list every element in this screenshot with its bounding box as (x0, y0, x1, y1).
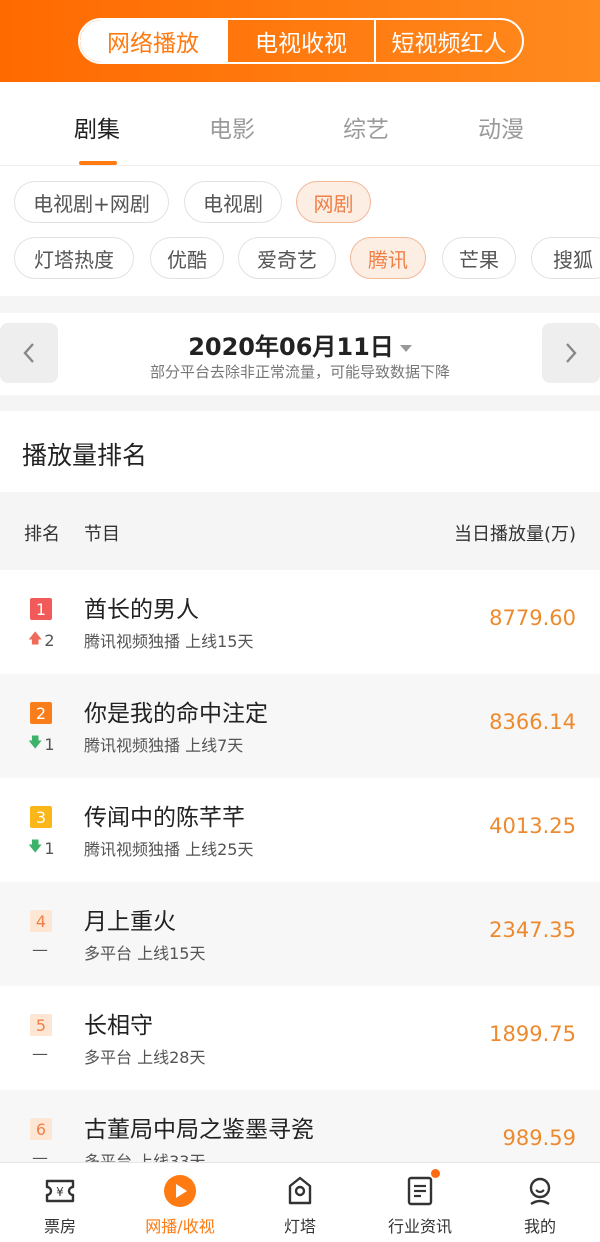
nav-online-play-ratings[interactable]: 网播/收视 (120, 1163, 240, 1242)
next-date-button[interactable] (542, 323, 600, 383)
rank-change: 🡅 2 (28, 628, 55, 652)
program-name: 古董局中局之鉴墨寻瓷 (84, 1117, 314, 1143)
chip-sohu[interactable]: 搜狐 (531, 237, 600, 279)
ranking-title: 播放量排名 (22, 441, 148, 470)
current-date[interactable]: 2020年06月11日 (0, 327, 600, 362)
program-meta: 多平台 上线33天 (84, 1152, 206, 1162)
chip-web-drama[interactable]: 网剧 (296, 181, 371, 223)
category-tabs: 剧集 电影 综艺 动漫 (0, 82, 600, 166)
tab-series[interactable]: 剧集 (74, 110, 120, 144)
nav-lighthouse[interactable]: 灯塔 (240, 1163, 360, 1242)
rank-change: 🡇 1 (28, 732, 55, 756)
nav-me[interactable]: 我的 (480, 1163, 600, 1242)
nav-label: 灯塔 (283, 1217, 316, 1236)
chip-lighthouse-heat[interactable]: 灯塔热度 (14, 237, 134, 279)
ticket-icon: ¥ (45, 1179, 75, 1203)
program-meta: 腾讯视频独播 上线7天 (84, 736, 244, 755)
header-daily-plays: 当日播放量(万) (453, 524, 576, 545)
rank-badge: 4 (30, 910, 52, 932)
program-name: 长相守 (84, 1013, 153, 1039)
segment-tv-ratings[interactable]: 电视收视 (226, 20, 374, 62)
rank-badge: 2 (30, 702, 52, 724)
program-meta: 腾讯视频独播 上线25天 (84, 840, 254, 859)
chip-youku[interactable]: 优酷 (150, 237, 224, 279)
rank-badge: 5 (30, 1014, 52, 1036)
nav-industry-news[interactable]: 行业资讯 (360, 1163, 480, 1242)
arrow-up-icon: 🡅 (28, 631, 43, 647)
segment-online-play[interactable]: 网络播放 (80, 20, 226, 62)
nav-label: 票房 (43, 1217, 76, 1236)
header-rank: 排名 (24, 524, 60, 545)
svg-text:¥: ¥ (56, 1185, 64, 1199)
daily-plays: 8366.14 (489, 710, 576, 734)
top-header: 网络播放 电视收视 短视频红人 (0, 0, 600, 82)
program-meta: 多平台 上线15天 (84, 944, 206, 963)
news-icon (407, 1176, 433, 1206)
program-name: 酋长的男人 (84, 597, 199, 623)
tab-variety[interactable]: 综艺 (343, 110, 389, 144)
arrow-down-icon: 🡇 (28, 735, 43, 751)
tab-anime[interactable]: 动漫 (478, 110, 524, 144)
nav-label: 我的 (523, 1217, 556, 1236)
chevron-right-icon (566, 343, 577, 363)
nav-label: 网播/收视 (145, 1217, 215, 1236)
section-divider (0, 395, 600, 411)
nav-box-office[interactable]: ¥ 票房 (0, 1163, 120, 1242)
notification-dot (431, 1169, 440, 1178)
bottom-navigation: ¥ 票房 网播/收视 灯塔 行业资讯 我的 (0, 1162, 600, 1242)
program-name: 你是我的命中注定 (84, 701, 268, 727)
chip-tv-drama[interactable]: 电视剧 (184, 181, 282, 223)
data-notice: 部分平台去除非正常流量，可能导致数据下降 (149, 363, 450, 381)
chip-tencent[interactable]: 腾讯 (350, 237, 426, 279)
program-meta: 多平台 上线28天 (84, 1048, 206, 1067)
daily-plays: 4013.25 (489, 814, 576, 838)
program-name: 月上重火 (84, 909, 176, 935)
rank-change: 🡇 1 (28, 836, 55, 860)
program-name: 传闻中的陈芊芊 (84, 805, 245, 831)
user-icon (529, 1177, 551, 1206)
table-row[interactable]: 2 🡇 1 你是我的命中注定 腾讯视频独播 上线7天 8366.14 (0, 674, 600, 778)
table-row[interactable]: 1 🡅 2 酋长的男人 腾讯视频独播 上线15天 8779.60 (0, 570, 600, 674)
table-row[interactable]: 6 — 古董局中局之鉴墨寻瓷 多平台 上线33天 989.59 (0, 1090, 600, 1162)
rank-change-value: 1 (44, 734, 55, 754)
play-circle-icon (164, 1175, 196, 1207)
rank-change-value: 1 (44, 838, 55, 858)
rank-change-value: 2 (44, 630, 55, 650)
program-meta: 腾讯视频独播 上线15天 (84, 632, 254, 651)
chip-mango[interactable]: 芒果 (442, 237, 516, 279)
rank-change: — (32, 1044, 48, 1063)
caret-down-icon (399, 344, 412, 352)
nav-label: 行业资讯 (387, 1217, 452, 1236)
date-label: 2020年06月11日 (188, 333, 394, 361)
rank-change: — (32, 940, 48, 959)
daily-plays: 1899.75 (489, 1022, 576, 1046)
rank-badge: 1 (30, 598, 52, 620)
active-tab-indicator (79, 161, 117, 165)
table-row[interactable]: 3 🡇 1 传闻中的陈芊芊 腾讯视频独播 上线25天 4013.25 (0, 778, 600, 882)
source-segmented-control: 网络播放 电视收视 短视频红人 (78, 18, 524, 64)
daily-plays: 989.59 (502, 1126, 576, 1150)
table-row[interactable]: 5 — 长相守 多平台 上线28天 1899.75 (0, 986, 600, 1090)
date-selector: 2020年06月11日 部分平台去除非正常流量，可能导致数据下降 (0, 313, 600, 395)
rank-change: — (32, 1148, 48, 1162)
chip-tv-plus-web[interactable]: 电视剧+网剧 (14, 181, 169, 223)
daily-plays: 8779.60 (489, 606, 576, 630)
table-row[interactable]: 4 — 月上重火 多平台 上线15天 2347.35 (0, 882, 600, 986)
header-program: 节目 (84, 524, 120, 545)
chip-iqiyi[interactable]: 爱奇艺 (238, 237, 336, 279)
daily-plays: 2347.35 (489, 918, 576, 942)
tab-movies[interactable]: 电影 (209, 110, 255, 144)
arrow-down-icon: 🡇 (28, 839, 43, 855)
rank-badge: 3 (30, 806, 52, 828)
segment-short-video-influencers[interactable]: 短视频红人 (374, 20, 522, 62)
lighthouse-icon (288, 1176, 312, 1205)
rank-badge: 6 (30, 1118, 52, 1140)
table-header: 排名 节目 当日播放量(万) (0, 492, 600, 570)
section-divider (0, 296, 600, 313)
